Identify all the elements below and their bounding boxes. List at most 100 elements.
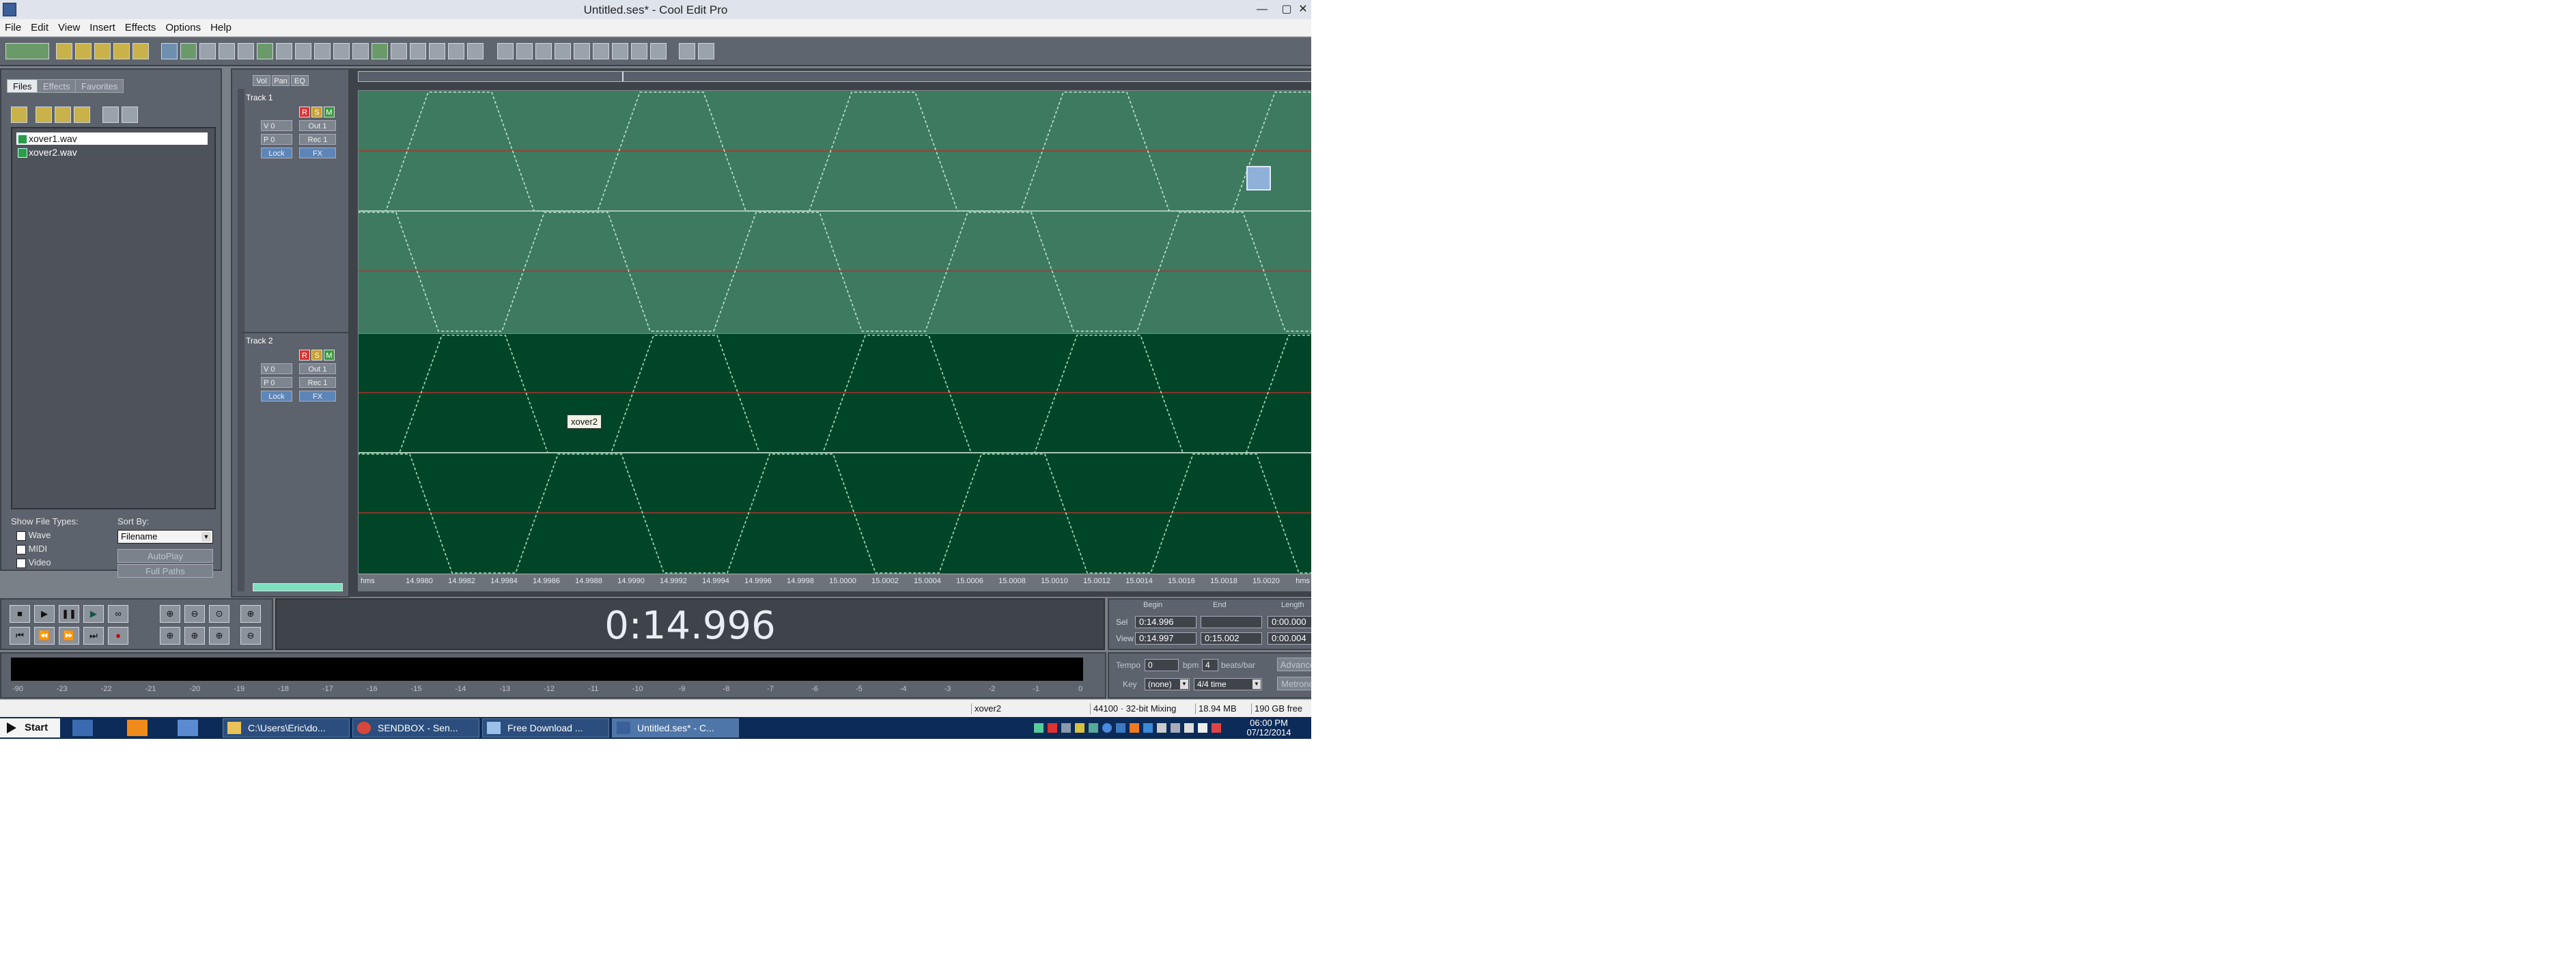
tray-icon[interactable] <box>1143 723 1153 733</box>
solo-button[interactable]: S <box>311 350 322 361</box>
copy-icon[interactable] <box>219 43 235 59</box>
fade-icon[interactable] <box>555 43 571 59</box>
sel-begin-field[interactable]: 0:14.996 <box>1135 616 1196 628</box>
menu-effects[interactable]: Effects <box>120 19 161 37</box>
menu-file[interactable]: File <box>0 19 26 37</box>
overview-ruler[interactable] <box>358 71 1311 82</box>
scripts-icon[interactable] <box>650 43 667 59</box>
save-icon[interactable] <box>113 43 130 59</box>
pan-control[interactable]: P 0 <box>261 377 292 388</box>
envelope-icon[interactable] <box>372 43 388 59</box>
eq-view-button[interactable]: EQ <box>291 75 309 86</box>
zoom-in-horizontal-icon[interactable]: ⊕ <box>160 605 180 623</box>
tray-icon[interactable] <box>1089 723 1098 733</box>
lock-button[interactable]: Lock <box>261 147 292 158</box>
settings-icon[interactable] <box>679 43 695 59</box>
wave-checkbox[interactable] <box>16 531 26 541</box>
pan-view-button[interactable]: Pan <box>272 75 290 86</box>
pan-control[interactable]: P 0 <box>261 134 292 145</box>
record-arm-button[interactable]: R <box>299 350 310 361</box>
insert-wave-icon[interactable] <box>314 43 331 59</box>
flag-icon[interactable] <box>1184 723 1194 733</box>
clock[interactable]: 06:00 PM 07/12/2014 <box>1227 718 1311 737</box>
autoplay-button[interactable]: AutoPlay <box>117 549 213 563</box>
go-to-end-button[interactable]: ⏭ <box>83 627 104 645</box>
undo-icon[interactable] <box>161 43 178 59</box>
open-append-icon[interactable] <box>94 43 111 59</box>
save-all-icon[interactable] <box>132 43 149 59</box>
record-input-button[interactable]: Rec 1 <box>299 377 336 388</box>
tray-icon[interactable] <box>1034 723 1044 733</box>
tab-effects[interactable]: Effects <box>37 79 76 93</box>
zoom-selection-icon[interactable]: ⊕ <box>209 627 229 645</box>
track-1-waveform[interactable] <box>358 90 1311 335</box>
clip-handle-icon[interactable] <box>1246 166 1271 191</box>
output-button[interactable]: Out 1 <box>299 363 336 374</box>
record-input-button[interactable]: Rec 1 <box>299 134 336 145</box>
spectral-view-icon[interactable] <box>497 43 514 59</box>
new-file-icon[interactable] <box>56 43 72 59</box>
view-length-field[interactable]: 0:00.004 <box>1268 632 1311 645</box>
pinned-app-icon[interactable] <box>127 720 148 736</box>
echo-icon[interactable] <box>593 43 609 59</box>
mix-paste-icon[interactable] <box>276 43 292 59</box>
video-checkbox[interactable] <box>16 558 26 568</box>
paste-icon[interactable] <box>238 43 254 59</box>
zoom-out-vertical-icon[interactable]: ⊖ <box>240 627 261 645</box>
track-zoom-slider[interactable] <box>253 583 343 591</box>
import-icon[interactable] <box>36 107 52 123</box>
tray-icon[interactable] <box>1075 723 1084 733</box>
edit-file-icon[interactable] <box>74 107 90 123</box>
play-button[interactable]: ▶ <box>34 605 55 623</box>
mute-button[interactable]: M <box>324 350 335 361</box>
sort-by-select[interactable]: Filename ▼ <box>117 530 213 544</box>
start-button[interactable]: Start <box>0 718 60 737</box>
output-button[interactable]: Out 1 <box>299 120 336 131</box>
snap-icon[interactable] <box>391 43 407 59</box>
track-name[interactable]: Track 2 <box>246 336 273 346</box>
view-end-field[interactable]: 0:15.002 <box>1201 632 1262 645</box>
metronome-button[interactable]: Metronome <box>1277 677 1311 690</box>
time-ruler[interactable]: hms hms 14.9980 14.9982 14.9984 14.9986 14.9… <box>358 574 1311 591</box>
network-icon[interactable] <box>1171 723 1180 733</box>
track-2-waveform[interactable] <box>358 333 1311 575</box>
close-file-icon[interactable] <box>55 107 71 123</box>
advanced-button[interactable]: Advanced... <box>1277 658 1311 671</box>
open-file-icon[interactable] <box>75 43 92 59</box>
view-begin-field[interactable]: 0:14.997 <box>1135 632 1196 645</box>
tray-icon[interactable] <box>1061 723 1071 733</box>
track-name[interactable]: Track 1 <box>246 93 273 102</box>
insert-session-icon[interactable] <box>102 107 119 123</box>
file-item[interactable]: xover1.wav <box>16 132 208 145</box>
playhead-marker[interactable] <box>622 72 624 81</box>
volume-icon[interactable] <box>1198 723 1207 733</box>
fx-button[interactable]: FX <box>299 147 336 158</box>
tray-icon[interactable] <box>1116 723 1125 733</box>
volume-control[interactable]: V 0 <box>261 363 292 374</box>
normalize-icon[interactable] <box>535 43 552 59</box>
help-icon[interactable] <box>698 43 714 59</box>
task-free-download[interactable]: Free Download ... <box>482 718 609 737</box>
lock-icon[interactable] <box>467 43 484 59</box>
record-arm-button[interactable]: R <box>299 107 310 117</box>
zoom-full-icon[interactable]: ⊙ <box>209 605 229 623</box>
menu-insert[interactable]: Insert <box>85 19 120 37</box>
open-folder-icon[interactable] <box>11 107 27 123</box>
volume-control[interactable]: V 0 <box>261 120 292 131</box>
file-type-video[interactable]: Video <box>16 557 51 568</box>
zoom-out-horizontal-icon[interactable]: ⊖ <box>184 605 205 623</box>
clip-name-label[interactable]: xover2 <box>567 414 602 429</box>
tab-files[interactable]: Files <box>7 79 38 93</box>
beats-field[interactable]: 4 <box>1202 659 1218 671</box>
action-center-icon[interactable] <box>1212 723 1221 733</box>
zoom-left-icon[interactable]: ⊕ <box>160 627 180 645</box>
task-explorer[interactable]: C:\Users\Eric\do... <box>223 718 350 737</box>
full-paths-button[interactable]: Full Paths <box>117 564 213 578</box>
sel-end-field[interactable] <box>1201 616 1262 628</box>
menu-edit[interactable]: Edit <box>26 19 53 37</box>
play-icon[interactable] <box>257 43 273 59</box>
cut-icon[interactable] <box>199 43 216 59</box>
solo-button[interactable]: S <box>311 107 322 117</box>
loop-button[interactable]: ∞ <box>108 605 128 623</box>
mute-button[interactable]: M <box>324 107 335 117</box>
